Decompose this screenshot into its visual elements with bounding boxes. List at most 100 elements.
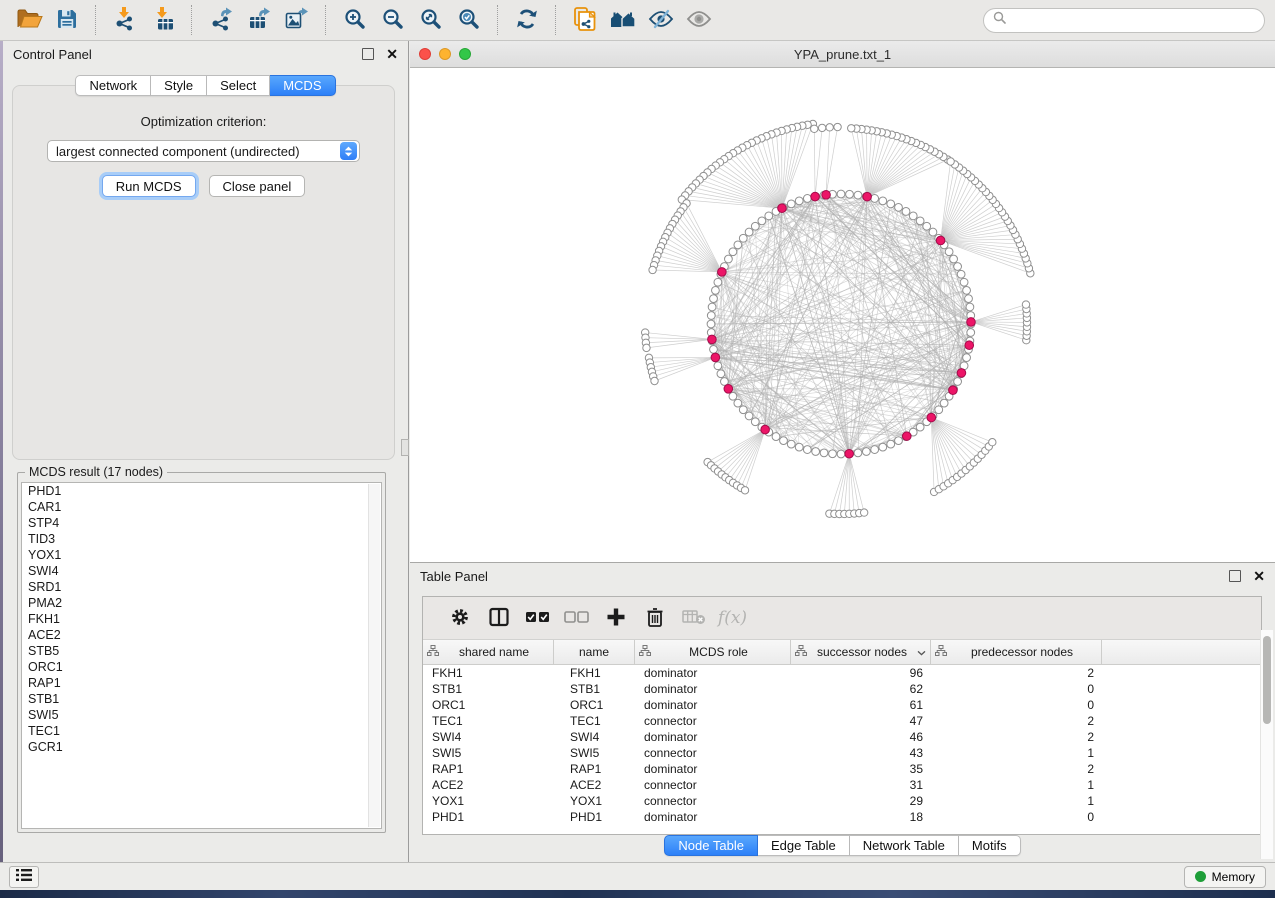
- network-canvas[interactable]: [410, 68, 1275, 562]
- tab-style[interactable]: Style: [151, 75, 207, 96]
- mcds-result-item[interactable]: SRD1: [22, 579, 381, 595]
- zoom-in-button[interactable]: [338, 3, 372, 37]
- mcds-node[interactable]: [724, 385, 733, 394]
- mcds-node[interactable]: [761, 425, 770, 434]
- mcds-node[interactable]: [949, 386, 958, 395]
- column-header-successor-nodes[interactable]: successor nodes: [791, 640, 931, 664]
- float-table-panel-icon[interactable]: [1229, 570, 1241, 582]
- mcds-node[interactable]: [927, 413, 936, 422]
- search-box[interactable]: [983, 8, 1265, 33]
- table-scrollbar-thumb[interactable]: [1263, 636, 1271, 724]
- mcds-result-item[interactable]: STB5: [22, 643, 381, 659]
- refresh-button[interactable]: [510, 3, 544, 37]
- memory-button[interactable]: Memory: [1184, 866, 1266, 888]
- table-row-swi5[interactable]: SWI5SWI5connector431: [423, 745, 1261, 761]
- mcds-result-item[interactable]: STB1: [22, 691, 381, 707]
- share-document-button[interactable]: [568, 3, 602, 37]
- mcds-node[interactable]: [718, 268, 727, 277]
- mcds-result-item[interactable]: PMA2: [22, 595, 381, 611]
- cell-shared-name: ORC1: [423, 697, 554, 713]
- search-input[interactable]: [1011, 12, 1255, 28]
- mcds-node[interactable]: [965, 341, 974, 350]
- mcds-result-item[interactable]: PHD1: [22, 483, 381, 499]
- run-mcds-button[interactable]: Run MCDS: [102, 175, 196, 197]
- mcds-result-item[interactable]: ORC1: [22, 659, 381, 675]
- save-session-button[interactable]: [50, 3, 84, 37]
- column-header-name[interactable]: name: [554, 640, 635, 664]
- mcds-result-list[interactable]: PHD1CAR1STP4TID3YOX1SWI4SRD1PMA2FKH1ACE2…: [21, 482, 382, 829]
- table-row-tec1[interactable]: TEC1TEC1connector472: [423, 713, 1261, 729]
- mcds-node[interactable]: [778, 204, 787, 213]
- neighbors-button[interactable]: [606, 3, 640, 37]
- mcds-result-item[interactable]: SWI4: [22, 563, 381, 579]
- panel-splitter-handle[interactable]: [401, 439, 409, 456]
- mcds-result-item[interactable]: GCR1: [22, 739, 381, 755]
- export-network-button[interactable]: [204, 3, 238, 37]
- zoom-out-button[interactable]: [376, 3, 410, 37]
- export-table-button[interactable]: [242, 3, 276, 37]
- select-all-button[interactable]: [518, 601, 557, 635]
- mcds-result-item[interactable]: RAP1: [22, 675, 381, 691]
- tab-edge-table[interactable]: Edge Table: [758, 835, 850, 856]
- tab-motifs[interactable]: Motifs: [959, 835, 1021, 856]
- table-row-ace2[interactable]: ACE2ACE2connector311: [423, 777, 1261, 793]
- delete-table-button[interactable]: [674, 601, 713, 635]
- add-column-button[interactable]: [596, 601, 635, 635]
- column-header-predecessor-nodes[interactable]: predecessor nodes: [931, 640, 1102, 664]
- hide-graphics-details-button[interactable]: [644, 3, 678, 37]
- optimization-criterion-select[interactable]: largest connected component (undirected): [47, 140, 360, 162]
- table-row-phd1[interactable]: PHD1PHD1dominator180: [423, 809, 1261, 825]
- table-row-yox1[interactable]: YOX1YOX1connector291: [423, 793, 1261, 809]
- open-file-button[interactable]: [12, 3, 46, 37]
- network-graph[interactable]: [410, 68, 1275, 562]
- mcds-node[interactable]: [936, 236, 945, 245]
- mcds-result-item[interactable]: SWI5: [22, 707, 381, 723]
- column-visibility-button[interactable]: [479, 601, 518, 635]
- tab-network[interactable]: Network: [75, 75, 151, 96]
- import-table-button[interactable]: [146, 3, 180, 37]
- mcds-node[interactable]: [863, 192, 872, 201]
- delete-column-button[interactable]: [635, 601, 674, 635]
- mcds-result-item[interactable]: TID3: [22, 531, 381, 547]
- float-panel-icon[interactable]: [362, 48, 374, 60]
- function-builder-button[interactable]: f(x): [713, 601, 752, 635]
- mcds-node[interactable]: [967, 318, 976, 327]
- close-panel-icon[interactable]: ✕: [386, 47, 398, 61]
- table-row-rap1[interactable]: RAP1RAP1dominator352: [423, 761, 1261, 777]
- import-network-button[interactable]: [108, 3, 142, 37]
- mcds-result-item[interactable]: STP4: [22, 515, 381, 531]
- mcds-node[interactable]: [845, 449, 854, 458]
- tab-network-table[interactable]: Network Table: [850, 835, 959, 856]
- deselect-all-button[interactable]: [557, 601, 596, 635]
- column-header-shared-name[interactable]: shared name: [423, 640, 554, 664]
- export-image-button[interactable]: [280, 3, 314, 37]
- mcds-result-item[interactable]: TEC1: [22, 723, 381, 739]
- table-row-orc1[interactable]: ORC1ORC1dominator610: [423, 697, 1261, 713]
- zoom-fit-button[interactable]: [414, 3, 448, 37]
- table-row-swi4[interactable]: SWI4SWI4dominator462: [423, 729, 1261, 745]
- mcds-result-item[interactable]: ACE2: [22, 627, 381, 643]
- tab-node-table[interactable]: Node Table: [664, 835, 758, 856]
- table-options-button[interactable]: [440, 601, 479, 635]
- mcds-node[interactable]: [822, 191, 831, 200]
- mcds-result-item[interactable]: YOX1: [22, 547, 381, 563]
- mcds-result-item[interactable]: FKH1: [22, 611, 381, 627]
- mcds-list-scrollbar[interactable]: [368, 484, 380, 827]
- tab-select[interactable]: Select: [207, 75, 270, 96]
- mcds-node[interactable]: [902, 432, 911, 441]
- table-row-stb1[interactable]: STB1STB1dominator620: [423, 681, 1261, 697]
- show-graphics-details-button[interactable]: [682, 3, 716, 37]
- zoom-selected-button[interactable]: [452, 3, 486, 37]
- mcds-result-item[interactable]: CAR1: [22, 499, 381, 515]
- table-row-fkh1[interactable]: FKH1FKH1dominator962: [423, 665, 1261, 681]
- mcds-node[interactable]: [957, 369, 966, 378]
- mcds-node[interactable]: [811, 192, 820, 201]
- mcds-node[interactable]: [708, 335, 717, 344]
- close-table-panel-icon[interactable]: ✕: [1253, 569, 1265, 583]
- column-header-mcds-role[interactable]: MCDS role: [635, 640, 791, 664]
- close-panel-button[interactable]: Close panel: [209, 175, 306, 197]
- table-scrollbar-track[interactable]: [1260, 630, 1273, 859]
- tab-mcds[interactable]: MCDS: [270, 75, 335, 96]
- mcds-node[interactable]: [711, 353, 720, 362]
- show-panels-button[interactable]: [9, 866, 39, 888]
